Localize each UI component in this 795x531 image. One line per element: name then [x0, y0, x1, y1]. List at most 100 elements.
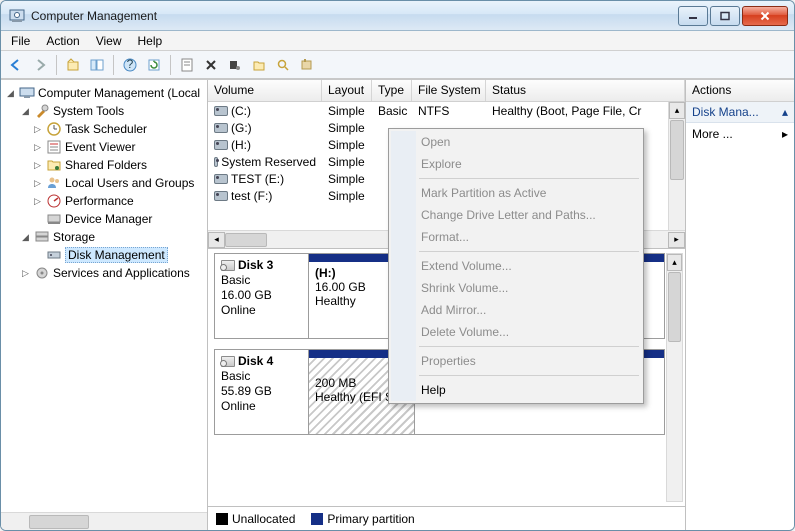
collapse-icon[interactable]: ◢ [5, 88, 16, 99]
maximize-button[interactable] [710, 6, 740, 26]
close-button[interactable] [742, 6, 788, 26]
tree-performance[interactable]: ▷ Performance [5, 192, 207, 210]
ctx-shrink: Shrink Volume... [391, 277, 641, 299]
tree-label: Device Manager [65, 212, 152, 226]
scroll-left-icon[interactable]: ◂ [208, 232, 225, 248]
menu-file[interactable]: File [3, 33, 38, 49]
tree-task-scheduler[interactable]: ▷Task Scheduler [5, 120, 207, 138]
volume-icon [214, 157, 218, 167]
scroll-thumb[interactable] [668, 272, 681, 342]
titlebar[interactable]: Computer Management [1, 1, 794, 31]
tree-storage[interactable]: ◢ Storage [5, 228, 207, 246]
collapse-icon[interactable]: ◢ [20, 106, 31, 117]
expand-icon[interactable]: ▷ [32, 178, 43, 189]
col-filesystem[interactable]: File System [412, 80, 486, 101]
tree-local-users[interactable]: ▷ Local Users and Groups [5, 174, 207, 192]
extra-button[interactable] [296, 54, 318, 76]
collapse-icon: ▴ [782, 105, 788, 119]
col-volume[interactable]: Volume [208, 80, 322, 101]
ctx-help[interactable]: Help [391, 379, 641, 401]
ctx-delete-volume: Delete Volume... [391, 321, 641, 343]
menu-action[interactable]: Action [38, 33, 87, 49]
tree-pane: ◢ Computer Management (Local ◢ System Tool… [1, 80, 208, 530]
no-expand [32, 250, 43, 261]
tree-label: Computer Management (Local [38, 86, 200, 100]
volume-icon [214, 174, 228, 184]
scroll-up-icon[interactable]: ▴ [667, 254, 682, 271]
legend-swatch-primary [311, 513, 323, 525]
disk-mgmt-icon [46, 247, 62, 263]
settings-button[interactable] [224, 54, 246, 76]
tree-hscrollbar[interactable] [1, 512, 207, 530]
actions-more-label: More ... [692, 127, 733, 141]
ctx-open: Open [391, 131, 641, 153]
vol-layout: Simple [322, 121, 372, 135]
tree-label: Performance [65, 194, 134, 208]
tools-icon [34, 103, 50, 119]
help-button[interactable]: ? [119, 54, 141, 76]
menu-view[interactable]: View [88, 33, 130, 49]
scroll-thumb[interactable] [670, 120, 684, 180]
expand-icon[interactable]: ▷ [32, 196, 43, 207]
menu-help[interactable]: Help [130, 33, 171, 49]
scroll-up-icon[interactable]: ▴ [669, 102, 685, 119]
separator [419, 375, 639, 376]
tree-device-manager[interactable]: Device Manager [5, 210, 207, 228]
vol-layout: Simple [322, 104, 372, 118]
ctx-add-mirror: Add Mirror... [391, 299, 641, 321]
ctx-mark-active: Mark Partition as Active [391, 182, 641, 204]
disk-size: 55.89 GB [221, 384, 302, 398]
col-layout[interactable]: Layout [322, 80, 372, 101]
col-status[interactable]: Status [486, 80, 685, 101]
app-icon [9, 8, 25, 24]
find-button[interactable] [272, 54, 294, 76]
actions-more[interactable]: More ...▸ [686, 123, 794, 145]
actions-header: Actions [686, 80, 794, 102]
disk-name: Disk 3 [238, 258, 273, 272]
tree-label: Storage [53, 230, 95, 244]
tree-shared-folders[interactable]: ▷Shared Folders [5, 156, 207, 174]
collapse-icon[interactable]: ◢ [20, 232, 31, 243]
up-button[interactable] [62, 54, 84, 76]
scroll-right-icon[interactable]: ▸ [668, 232, 685, 248]
context-menu: Open Explore Mark Partition as Active Ch… [388, 128, 644, 404]
showhide-button[interactable] [86, 54, 108, 76]
expand-icon[interactable]: ▷ [20, 268, 31, 279]
tree-label: Services and Applications [53, 266, 190, 280]
legend: Unallocated Primary partition [208, 506, 685, 530]
disk-icon [221, 356, 235, 367]
legend-swatch-unallocated [216, 513, 228, 525]
ctx-change-letter: Change Drive Letter and Paths... [391, 204, 641, 226]
properties-button[interactable] [176, 54, 198, 76]
expand-icon[interactable]: ▷ [32, 160, 43, 171]
tree-event-viewer[interactable]: ▷ Event Viewer [5, 138, 207, 156]
disk-type: Basic [221, 369, 302, 383]
volume-header: Volume Layout Type File System Status [208, 80, 685, 102]
tree-system-tools[interactable]: ◢ System Tools [5, 102, 207, 120]
expand-icon[interactable]: ▷ [32, 142, 43, 153]
scroll-thumb[interactable] [225, 233, 267, 247]
graph-vscrollbar[interactable]: ▴ [666, 253, 683, 502]
scroll-thumb[interactable] [29, 515, 89, 529]
tree-services[interactable]: ▷ Services and Applications [5, 264, 207, 282]
tree-disk-management[interactable]: Disk Management [5, 246, 207, 264]
no-expand [32, 214, 43, 225]
delete-button[interactable] [200, 54, 222, 76]
volume-icon [214, 106, 228, 116]
tree-label: System Tools [53, 104, 124, 118]
back-button[interactable] [5, 54, 27, 76]
minimize-button[interactable] [678, 6, 708, 26]
volume-vscrollbar[interactable]: ▴ [668, 102, 685, 230]
forward-button[interactable] [29, 54, 51, 76]
tree-label: Local Users and Groups [65, 176, 194, 190]
expand-icon[interactable]: ▷ [32, 124, 43, 135]
col-type[interactable]: Type [372, 80, 412, 101]
volume-row[interactable]: (C:)SimpleBasicNTFSHealthy (Boot, Page F… [208, 102, 685, 119]
open-button[interactable] [248, 54, 270, 76]
tree-label: Event Viewer [65, 140, 135, 154]
disk-icon [221, 260, 235, 271]
refresh-button[interactable] [143, 54, 165, 76]
tree-root[interactable]: ◢ Computer Management (Local [5, 84, 207, 102]
actions-group[interactable]: Disk Mana...▴ [686, 102, 794, 123]
vol-name: TEST (E:) [231, 172, 284, 186]
